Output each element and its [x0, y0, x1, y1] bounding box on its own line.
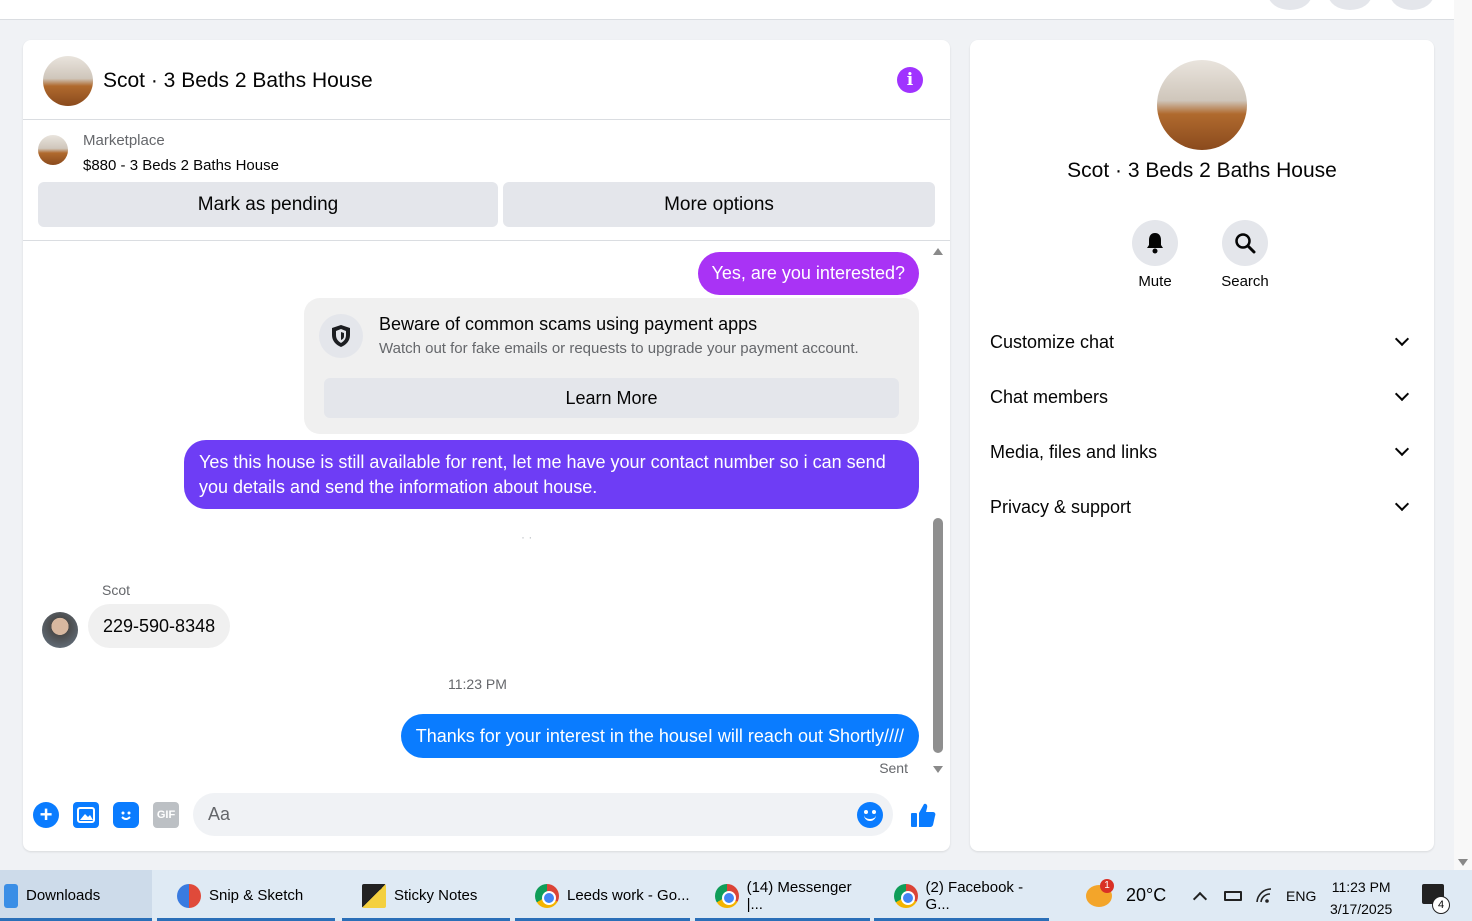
section-label: Customize chat — [990, 331, 1115, 352]
taskbar-item-facebook[interactable]: (2) Facebook - G... — [874, 870, 1049, 921]
info-icon[interactable]: i — [897, 67, 923, 93]
nav-notifications-button[interactable] — [1328, 0, 1372, 10]
weather-sun-icon: 1 — [1086, 878, 1114, 907]
privacy-support-section[interactable]: Privacy & support — [990, 487, 1415, 527]
marketplace-banner: Marketplace $880 - 3 Beds 2 Baths House … — [23, 120, 950, 241]
wifi-icon[interactable] — [1255, 870, 1273, 921]
shield-icon — [319, 314, 363, 358]
notification-count: 4 — [1432, 896, 1450, 914]
taskbar-item-label: Sticky Notes — [394, 887, 478, 904]
windows-taskbar: Downloads Snip & Sketch Sticky Notes Lee… — [0, 870, 1472, 921]
language-indicator[interactable]: ENG — [1286, 870, 1316, 921]
message-timestamp: 11:23 PM — [448, 676, 507, 692]
emoji-icon[interactable] — [857, 802, 883, 828]
message-status: Sent — [879, 760, 908, 776]
message-input[interactable] — [193, 793, 833, 836]
scroll-down-arrow-icon[interactable] — [1458, 859, 1468, 866]
mute-action[interactable]: Mute — [1115, 220, 1195, 290]
chat-members-section[interactable]: Chat members — [990, 377, 1415, 417]
taskbar-item-snip-sketch[interactable]: Snip & Sketch — [157, 870, 335, 921]
scroll-up-arrow-icon[interactable] — [933, 248, 943, 255]
chat-avatar[interactable] — [43, 56, 93, 106]
weather-widget[interactable]: 1 20°C — [1086, 870, 1166, 921]
learn-more-button[interactable]: Learn More — [324, 378, 899, 418]
customize-chat-section[interactable]: Customize chat — [990, 322, 1415, 362]
section-label: Media, files and links — [990, 441, 1158, 462]
media-files-links-section[interactable]: Media, files and links — [990, 432, 1415, 472]
chevron-down-icon[interactable] — [1394, 386, 1410, 402]
weather-badge: 1 — [1100, 878, 1114, 893]
gif-icon[interactable]: GIF — [153, 802, 179, 828]
photo-icon[interactable] — [73, 802, 99, 828]
mute-label: Mute — [1138, 273, 1172, 290]
info-name: Scot · 3 Beds 2 Baths House — [1067, 159, 1337, 182]
bell-icon[interactable] — [1132, 220, 1178, 266]
downloads-icon — [4, 883, 18, 908]
snip-sketch-icon — [177, 883, 201, 908]
info-avatar[interactable] — [1157, 60, 1247, 150]
clock-date: 3/17/2025 — [1330, 901, 1393, 917]
mark-as-pending-button[interactable]: Mark as pending — [38, 182, 498, 227]
sticky-notes-icon — [362, 883, 386, 908]
outgoing-message[interactable]: Yes, are you interested? — [697, 252, 919, 295]
like-thumbs-up-icon[interactable] — [908, 800, 938, 830]
message-list: Yes, are you interested? Beware of commo… — [23, 242, 950, 776]
taskbar-item-sticky-notes[interactable]: Sticky Notes — [342, 870, 510, 921]
taskbar-item-label: Leeds work - Go... — [567, 887, 690, 904]
nav-menu-button[interactable] — [1268, 0, 1312, 10]
clock-time: 11:23 PM — [1331, 879, 1391, 895]
top-navigation-bar — [0, 0, 1454, 20]
chrome-icon — [535, 883, 559, 908]
scam-warning-description: Watch out for fake emails or requests to… — [379, 340, 859, 357]
taskbar-item-label: (2) Facebook - G... — [925, 878, 1024, 913]
chevron-down-icon[interactable] — [1394, 496, 1410, 512]
plus-icon[interactable]: + — [33, 802, 59, 828]
listing-thumbnail[interactable] — [38, 135, 68, 165]
taskbar-item-label: (14) Messenger |... — [746, 878, 852, 913]
search-label: Search — [1221, 273, 1269, 290]
scroll-down-arrow-icon[interactable] — [933, 766, 943, 773]
chrome-icon — [715, 883, 739, 908]
outgoing-message[interactable]: Thanks for your interest in the houseI w… — [400, 714, 919, 758]
outgoing-message[interactable]: Yes this house is still available for re… — [184, 440, 919, 509]
message-input-box[interactable] — [193, 793, 893, 836]
section-label: Privacy & support — [990, 496, 1132, 517]
page-scrollbar[interactable] — [1454, 0, 1472, 870]
taskbar-item-label: Downloads — [26, 887, 101, 904]
chevron-down-icon[interactable] — [1394, 441, 1410, 457]
incoming-message[interactable]: 229-590-8348 — [88, 604, 231, 648]
taskbar-item-leeds-work[interactable]: Leeds work - Go... — [515, 870, 690, 921]
sender-avatar[interactable] — [42, 612, 78, 648]
message-composer: + GIF — [23, 790, 950, 840]
scrollbar-thumb[interactable] — [933, 518, 943, 753]
chat-title[interactable]: Scot · 3 Beds 2 Baths House — [103, 69, 373, 93]
typing-indicator: · · — [521, 530, 533, 544]
marketplace-label: Marketplace — [83, 132, 165, 149]
chat-panel: Scot · 3 Beds 2 Baths House i Marketplac… — [23, 40, 950, 851]
system-clock[interactable]: 11:23 PM 3/17/2025 — [1330, 876, 1392, 920]
section-label: Chat members — [990, 386, 1109, 407]
taskbar-item-downloads[interactable]: Downloads — [0, 870, 152, 921]
sticker-icon[interactable] — [113, 802, 139, 828]
taskbar-item-label: Snip & Sketch — [209, 887, 304, 904]
more-options-button[interactable]: More options — [503, 182, 935, 227]
chrome-icon — [894, 883, 918, 908]
search-action[interactable]: Search — [1205, 220, 1285, 290]
search-icon[interactable] — [1222, 220, 1268, 266]
taskbar-item-messenger[interactable]: (14) Messenger |... — [695, 870, 870, 921]
nav-account-button[interactable] — [1390, 0, 1434, 10]
scam-warning-card: Beware of common scams using payment app… — [304, 298, 919, 434]
conversation-info-panel: Scot · 3 Beds 2 Baths House Mute Search … — [970, 40, 1434, 851]
weather-temp: 20°C — [1126, 885, 1167, 905]
scam-warning-title: Beware of common scams using payment app… — [379, 314, 758, 334]
message-scrollbar[interactable] — [932, 248, 944, 773]
sender-name: Scot — [102, 582, 131, 598]
battery-icon[interactable] — [1224, 870, 1242, 921]
listing-title[interactable]: $880 - 3 Beds 2 Baths House — [83, 157, 279, 174]
tray-chevron-up-icon[interactable] — [1192, 870, 1208, 921]
chevron-down-icon[interactable] — [1394, 331, 1410, 347]
chat-header: Scot · 3 Beds 2 Baths House i — [23, 40, 950, 120]
